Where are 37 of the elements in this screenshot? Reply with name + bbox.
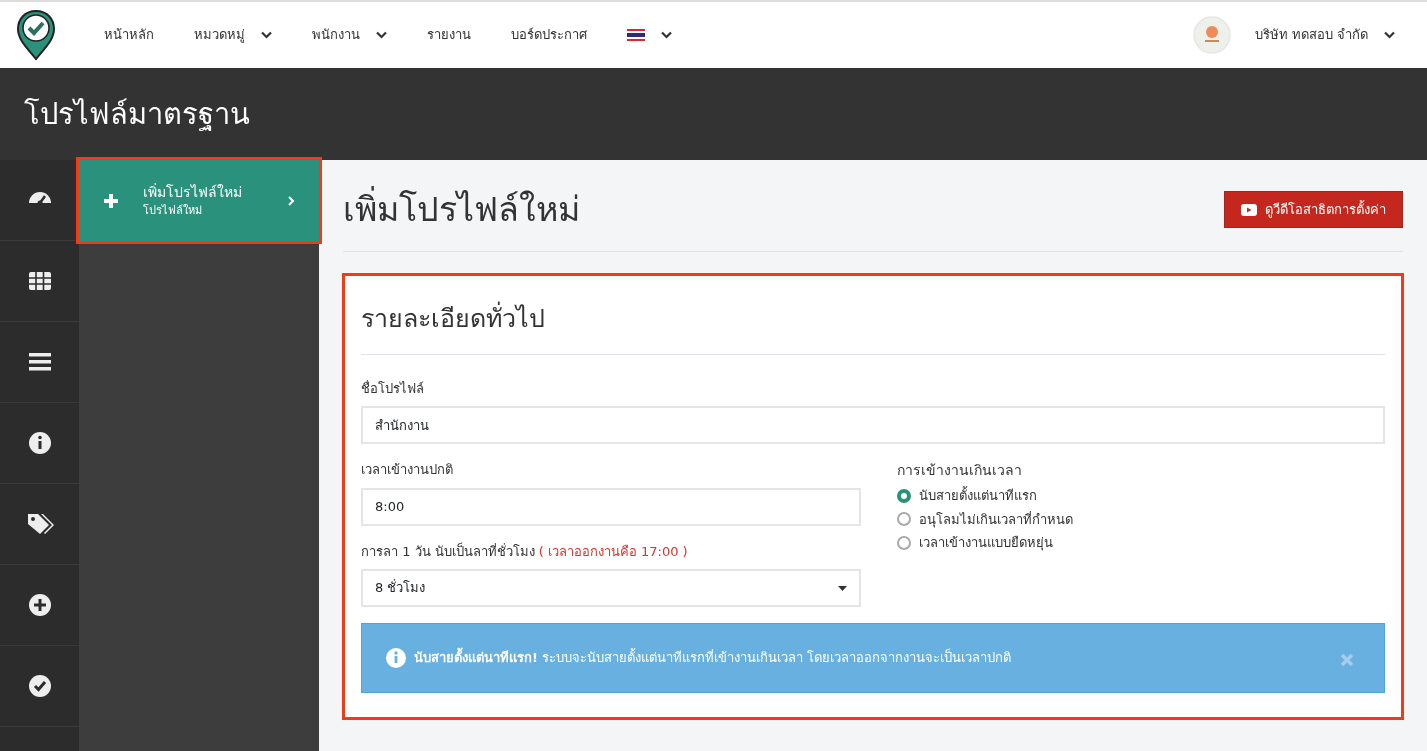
group-label: การเข้างานเกินเวลา bbox=[897, 461, 1023, 480]
page-heading: เพิ่มโปรไฟล์ใหม่ bbox=[343, 184, 580, 235]
company-menu[interactable]: บริษัท ทดสอบ จำกัด bbox=[1192, 16, 1395, 54]
radio-button[interactable] bbox=[897, 512, 911, 527]
video-icon bbox=[1241, 203, 1257, 216]
card-title: รายละเอียดทั่วไป bbox=[361, 292, 1385, 355]
field-label: การลา 1 วัน นับเป็นลาที่ชั่วโมง bbox=[361, 541, 535, 561]
alert-message: นับสายตั้งแต่นาทีแรก! ระบบจะนับสายตั้งแต่นาทีแรกที่เข้างานเกินเวลา โดยเวลาออกจากงานจะเป็นเวลาปกติ bbox=[414, 648, 1334, 668]
field-label: ชื่อโปรไฟล์ bbox=[361, 379, 425, 398]
company-logo-icon bbox=[1192, 16, 1231, 54]
radio-button[interactable] bbox=[897, 488, 911, 503]
language-dropdown[interactable] bbox=[627, 29, 672, 41]
info-icon bbox=[386, 648, 406, 668]
radio-option[interactable]: นับสายตั้งแต่นาทีแรก bbox=[897, 486, 1385, 506]
field-label: เวลาเข้างานปกติ bbox=[361, 461, 454, 479]
flag-icon bbox=[627, 29, 645, 41]
close-icon bbox=[1340, 652, 1354, 667]
radio-option[interactable]: อนุโลมไม่เกินเวลาที่กำหนด bbox=[897, 509, 1385, 529]
video-button[interactable]: ดูวีดีโอสาธิตการตั้งค่า bbox=[1224, 190, 1403, 229]
nav-link[interactable]: หน้าหลัก bbox=[104, 25, 154, 45]
nav-link[interactable]: รายงาน bbox=[427, 25, 471, 45]
hours-select[interactable]: 8 ชั่วโมง bbox=[361, 569, 861, 607]
nav-link[interactable]: พนักงาน bbox=[312, 25, 387, 45]
sidebar-item[interactable]: เพิ่มโปรไฟล์ใหม่ โปรไฟล์ใหม่ bbox=[79, 160, 319, 241]
page-title: โปรไฟล์มาตรฐาน bbox=[24, 96, 250, 132]
chevron-icon bbox=[1384, 31, 1395, 39]
radio-option[interactable]: เวลาเข้างานแบบยืดหยุ่น bbox=[897, 533, 1385, 553]
nav-link[interactable]: หมวดหมู่ bbox=[194, 25, 272, 45]
exit-time-note: ( เวลาออกงานคือ 17:00 ) bbox=[538, 542, 688, 561]
radio-button[interactable] bbox=[897, 535, 911, 550]
profile-name-field[interactable]: สำนักงาน bbox=[361, 406, 1385, 444]
caret-icon bbox=[838, 585, 847, 591]
chevron-right-icon bbox=[288, 195, 295, 206]
nav-link[interactable]: บอร์ดประกาศ bbox=[511, 25, 587, 45]
logo-icon bbox=[16, 9, 56, 61]
plus-icon bbox=[103, 192, 119, 209]
start-time-field[interactable]: 8:00 bbox=[361, 487, 861, 526]
